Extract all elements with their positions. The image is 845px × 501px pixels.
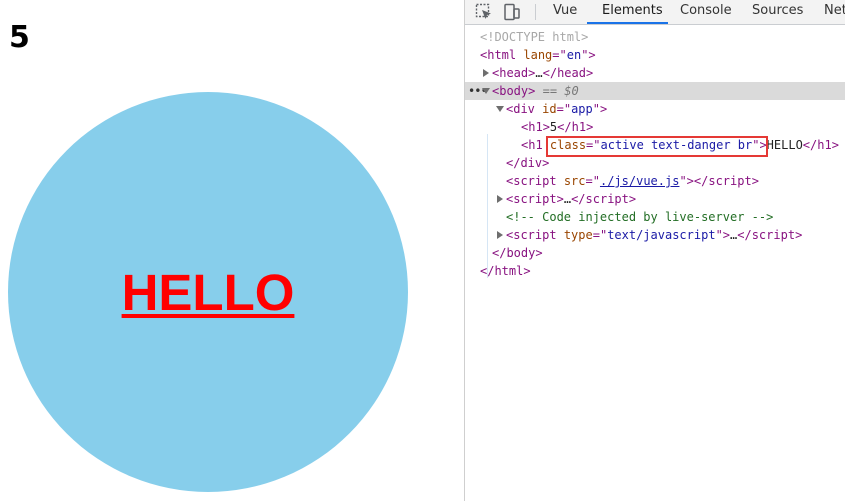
div-close-tag: div bbox=[520, 156, 543, 170]
tree-line-html[interactable]: <html lang="en"> bbox=[465, 46, 845, 64]
html-lang-value: en bbox=[566, 48, 582, 62]
h1-tag: h1 bbox=[528, 120, 543, 134]
script-src-link[interactable]: ./js/vue.js bbox=[600, 174, 679, 188]
html-lang-attr: lang bbox=[523, 48, 553, 62]
expand-arrow-icon[interactable] bbox=[497, 195, 503, 203]
inspect-element-icon[interactable] bbox=[474, 2, 494, 22]
body-tag: body bbox=[499, 84, 529, 98]
script-close-tag: script bbox=[751, 228, 796, 242]
tree-line-body-selected[interactable]: ••• <body> == $0 bbox=[465, 82, 845, 100]
script-type-value: text/javascript bbox=[607, 228, 716, 242]
counter-heading: 5 bbox=[9, 20, 30, 55]
script-close-tag: script bbox=[585, 192, 629, 206]
head-close-tag: head bbox=[557, 66, 586, 80]
script-ellipsis: … bbox=[563, 192, 572, 206]
div-id-attr: id bbox=[542, 102, 557, 116]
h1-tag: h1 bbox=[528, 138, 543, 152]
h1-hello-text: HELLO bbox=[766, 138, 803, 152]
expand-arrow-icon[interactable] bbox=[497, 231, 503, 239]
tree-line-doctype[interactable]: <!DOCTYPE html> bbox=[465, 28, 845, 46]
tree-line-script-collapsed[interactable]: <script>…</script> bbox=[465, 190, 845, 208]
collapse-arrow-icon[interactable] bbox=[482, 88, 490, 94]
script-tag: script bbox=[513, 228, 557, 242]
script-tag: script bbox=[513, 174, 557, 188]
div-id-value: app bbox=[571, 102, 593, 116]
div-tag: div bbox=[513, 102, 535, 116]
tab-network[interactable]: Net bbox=[824, 0, 845, 25]
devtools-panel: Vue Elements Console Sources Net <!DOCTY… bbox=[465, 0, 845, 501]
tab-console[interactable]: Console bbox=[680, 0, 732, 25]
h1-close-tag: h1 bbox=[817, 138, 832, 152]
tree-line-body-close[interactable]: </body> bbox=[465, 244, 845, 262]
hello-heading: HELLO bbox=[121, 263, 295, 321]
device-toolbar-icon[interactable] bbox=[502, 2, 522, 22]
live-server-comment: <!-- Code injected by live-server --> bbox=[506, 210, 774, 224]
head-ellipsis: … bbox=[535, 66, 543, 80]
html-close-tag: html bbox=[494, 264, 524, 278]
expand-arrow-icon[interactable] bbox=[483, 69, 489, 77]
highlight-box bbox=[546, 136, 768, 157]
h1-close-tag: h1 bbox=[571, 120, 587, 134]
tree-line-comment[interactable]: <!-- Code injected by live-server --> bbox=[465, 208, 845, 226]
tree-line-script-type[interactable]: <script type="text/javascript">…</script… bbox=[465, 226, 845, 244]
collapse-arrow-icon[interactable] bbox=[496, 106, 504, 112]
html-tag: html bbox=[487, 48, 517, 62]
tab-sources[interactable]: Sources bbox=[752, 0, 803, 25]
selected-node-ref: == $0 bbox=[542, 84, 579, 98]
script-type-attr: type bbox=[563, 228, 593, 242]
tree-line-head[interactable]: <head>…</head> bbox=[465, 64, 845, 82]
head-tag: head bbox=[499, 66, 529, 80]
devtools-toolbar: Vue Elements Console Sources Net bbox=[465, 0, 845, 25]
script-src-attr: src bbox=[563, 174, 586, 188]
script-tag: script bbox=[513, 192, 557, 206]
active-tab-indicator bbox=[587, 22, 668, 24]
body-close-tag: body bbox=[506, 246, 536, 260]
tab-vue[interactable]: Vue bbox=[553, 0, 577, 25]
tree-line-script-src[interactable]: <script src="./js/vue.js"></script> bbox=[465, 172, 845, 190]
toolbar-separator bbox=[535, 4, 536, 20]
tree-line-html-close[interactable]: </html> bbox=[465, 262, 845, 280]
rendered-page: 5 HELLO bbox=[0, 0, 464, 501]
tree-line-div-app[interactable]: <div id="app"> bbox=[465, 100, 845, 118]
doctype-text: <!DOCTYPE html> bbox=[480, 30, 589, 44]
tree-line-h1-number[interactable]: <h1>5</h1> bbox=[465, 118, 845, 136]
script-close-tag: script bbox=[708, 174, 752, 188]
